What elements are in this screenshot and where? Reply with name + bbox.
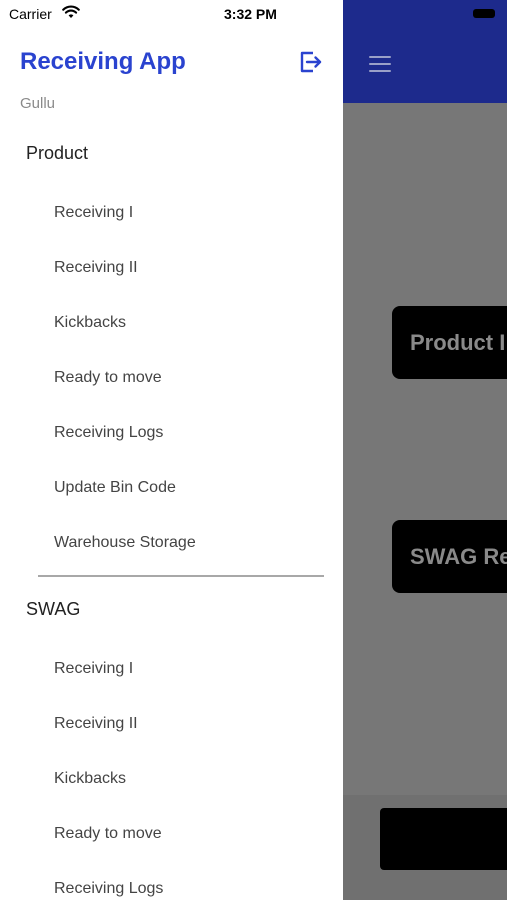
carrier-label: Carrier [9,6,52,22]
section-title-product: Product [26,143,89,163]
section-title-swag: SWAG [26,599,81,619]
app-title: Receiving App [20,48,186,75]
nav-item-product-receiving-logs[interactable]: Receiving Logs [54,424,163,442]
wifi-icon [62,5,80,18]
nav-item-product-receiving-ii[interactable]: Receiving II [54,259,138,277]
swag-receiving-button[interactable]: SWAG Re [392,520,507,593]
status-bar: Carrier 3:32 PM [0,0,343,28]
user-name: Gullu [20,95,56,112]
product-receiving-button[interactable]: Product I [392,306,507,379]
nav-item-swag-receiving-ii[interactable]: Receiving II [54,715,138,733]
logout-icon[interactable] [298,49,324,75]
nav-item-product-update-bin-code[interactable]: Update Bin Code [54,479,176,497]
section-divider [38,575,324,577]
clock: 3:32 PM [224,6,277,22]
nav-item-product-receiving-i[interactable]: Receiving I [54,204,133,222]
nav-item-product-warehouse-storage[interactable]: Warehouse Storage [54,534,196,552]
footer-button[interactable] [380,808,507,870]
nav-item-swag-ready-to-move[interactable]: Ready to move [54,825,162,843]
nav-item-product-kickbacks[interactable]: Kickbacks [54,314,126,332]
navigation-drawer: Carrier 3:32 PM Receiving App Gullu Prod… [0,0,343,900]
nav-item-swag-receiving-logs[interactable]: Receiving Logs [54,880,163,898]
nav-item-product-ready-to-move[interactable]: Ready to move [54,369,162,387]
battery-icon [473,9,495,18]
hamburger-icon[interactable] [369,56,391,72]
nav-item-swag-kickbacks[interactable]: Kickbacks [54,770,126,788]
nav-item-swag-receiving-i[interactable]: Receiving I [54,660,133,678]
